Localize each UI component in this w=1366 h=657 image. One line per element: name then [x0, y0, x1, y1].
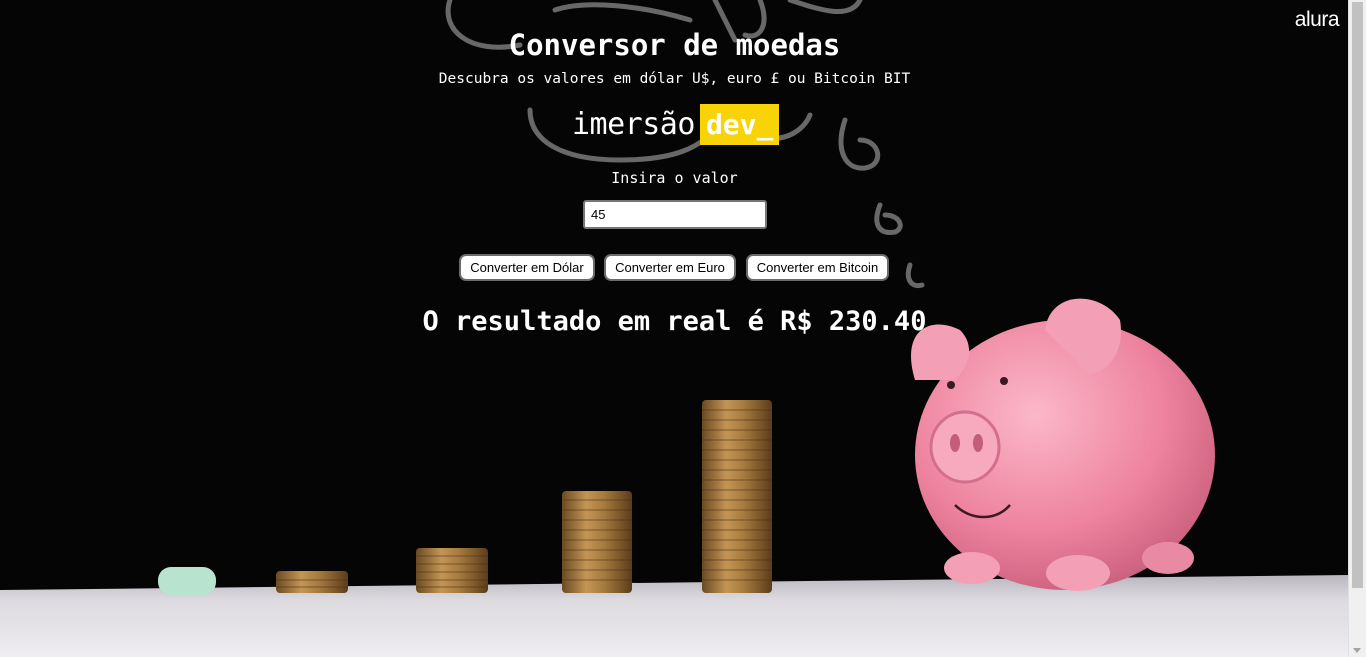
page: alura Conversor de moedas Descubra os va…: [0, 0, 1366, 657]
imersao-dev-logo: imersão dev_: [572, 104, 780, 145]
convert-euro-button[interactable]: Converter em Euro: [604, 254, 736, 281]
brand-text-dev: dev_: [699, 104, 780, 145]
scroll-down-arrow-icon[interactable]: [1353, 648, 1361, 653]
value-input-label: Insira o valor: [611, 169, 738, 187]
value-input[interactable]: [583, 200, 767, 229]
convert-dollar-button[interactable]: Converter em Dólar: [459, 254, 595, 281]
scrollbar-thumb[interactable]: [1352, 2, 1363, 588]
brand-text-imersao: imersão: [572, 107, 695, 142]
page-subtitle: Descubra os valores em dólar U$, euro £ …: [438, 71, 911, 87]
vertical-scrollbar[interactable]: [1348, 0, 1366, 657]
conversion-result: O resultado em real é R$ 230.40: [422, 306, 927, 337]
page-title: Conversor de moedas: [508, 28, 841, 62]
convert-bitcoin-button[interactable]: Converter em Bitcoin: [746, 254, 889, 281]
